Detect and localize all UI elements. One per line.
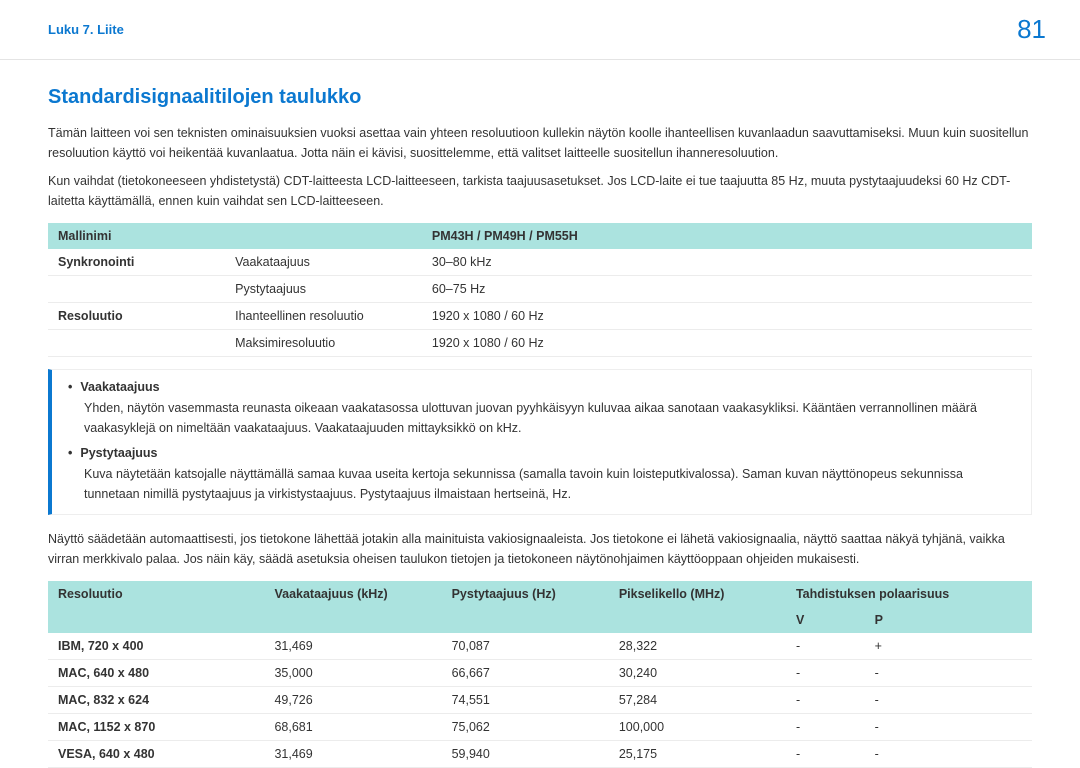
note-box: Vaakataajuus Yhden, näytön vasemmasta re…	[48, 369, 1032, 515]
table-row: IBM, 720 x 40031,46970,08728,322-+	[48, 633, 1032, 660]
res-cell: IBM, 720 x 400	[48, 633, 264, 660]
table-row: Resoluutio Ihanteellinen resoluutio 1920…	[48, 303, 1032, 330]
res-cell: -	[865, 741, 1032, 768]
res-cell: 68,681	[264, 714, 441, 741]
res-cell: -	[786, 633, 865, 660]
res-cell: 66,667	[442, 660, 609, 687]
res-cell: VESA, 640 x 480	[48, 741, 264, 768]
page-header: Luku 7. Liite 81	[0, 0, 1080, 60]
table-row: MAC, 640 x 48035,00066,66730,240--	[48, 660, 1032, 687]
res-cell: -	[786, 741, 865, 768]
res-cell: MAC, 640 x 480	[48, 660, 264, 687]
table-row: MAC, 1152 x 87068,68175,062100,000--	[48, 714, 1032, 741]
res-header-resolution: Resoluutio	[48, 581, 264, 633]
res-cell: -	[865, 660, 1032, 687]
res-cell: -	[786, 687, 865, 714]
spec-label: Vaakataajuus	[225, 249, 422, 276]
breadcrumb: Luku 7. Liite	[48, 22, 124, 37]
res-cell: 70,087	[442, 633, 609, 660]
res-cell: 28,322	[609, 633, 786, 660]
intro-paragraph-1: Tämän laitteen voi sen teknisten ominais…	[48, 123, 1032, 163]
res-cell: -	[786, 714, 865, 741]
table-row: MAC, 832 x 62449,72674,55157,284--	[48, 687, 1032, 714]
res-cell: -	[786, 660, 865, 687]
note-body-1: Yhden, näytön vasemmasta reunasta oikeaa…	[84, 398, 1015, 438]
res-header-hfreq: Vaakataajuus (kHz)	[264, 581, 441, 633]
spec-value: 30–80 kHz	[422, 249, 1032, 276]
res-cell: MAC, 832 x 624	[48, 687, 264, 714]
note-title-1: Vaakataajuus	[68, 380, 1015, 394]
res-cell: 74,551	[442, 687, 609, 714]
res-cell: 59,940	[442, 741, 609, 768]
res-header-polarity: Tahdistuksen polaarisuus	[786, 581, 1032, 607]
spec-value: 1920 x 1080 / 60 Hz	[422, 303, 1032, 330]
table-row: Synkronointi Vaakataajuus 30–80 kHz	[48, 249, 1032, 276]
res-cell: 75,062	[442, 714, 609, 741]
res-cell: 31,469	[264, 741, 441, 768]
note-title-2: Pystytaajuus	[68, 446, 1015, 460]
note-body-2: Kuva näytetään katsojalle näyttämällä sa…	[84, 464, 1015, 504]
spec-table: Mallinimi PM43H / PM49H / PM55H Synkrono…	[48, 223, 1032, 357]
res-cell: -	[865, 714, 1032, 741]
res-cell: +	[865, 633, 1032, 660]
section-title: Standardisignaalitilojen taulukko	[48, 86, 1032, 109]
res-cell: 49,726	[264, 687, 441, 714]
spec-header-model: Mallinimi	[48, 223, 422, 249]
spec-label: Pystytaajuus	[225, 276, 422, 303]
res-header-polarity-p: P	[865, 607, 1032, 633]
res-cell: -	[865, 687, 1032, 714]
resolution-table: Resoluutio Vaakataajuus (kHz) Pystytaaju…	[48, 581, 1032, 768]
res-header-vfreq: Pystytaajuus (Hz)	[442, 581, 609, 633]
res-header-pixelclock: Pikselikello (MHz)	[609, 581, 786, 633]
res-cell: MAC, 1152 x 870	[48, 714, 264, 741]
spec-value: 1920 x 1080 / 60 Hz	[422, 330, 1032, 357]
res-cell: 100,000	[609, 714, 786, 741]
spec-group	[48, 276, 225, 303]
spec-group: Resoluutio	[48, 303, 225, 330]
res-cell: 57,284	[609, 687, 786, 714]
intro-paragraph-2: Kun vaihdat (tietokoneeseen yhdistetystä…	[48, 171, 1032, 211]
spec-label: Ihanteellinen resoluutio	[225, 303, 422, 330]
res-table-header-row-1: Resoluutio Vaakataajuus (kHz) Pystytaaju…	[48, 581, 1032, 607]
table-row: Maksimiresoluutio 1920 x 1080 / 60 Hz	[48, 330, 1032, 357]
spec-group: Synkronointi	[48, 249, 225, 276]
res-cell: 30,240	[609, 660, 786, 687]
table-row: VESA, 640 x 48031,46959,94025,175--	[48, 741, 1032, 768]
res-header-polarity-v: V	[786, 607, 865, 633]
page-number: 81	[1017, 14, 1046, 45]
content-area: Standardisignaalitilojen taulukko Tämän …	[0, 60, 1080, 768]
paragraph-3: Näyttö säädetään automaattisesti, jos ti…	[48, 529, 1032, 569]
spec-header-value: PM43H / PM49H / PM55H	[422, 223, 1032, 249]
spec-group	[48, 330, 225, 357]
spec-table-header-row: Mallinimi PM43H / PM49H / PM55H	[48, 223, 1032, 249]
res-cell: 31,469	[264, 633, 441, 660]
res-cell: 25,175	[609, 741, 786, 768]
table-row: Pystytaajuus 60–75 Hz	[48, 276, 1032, 303]
spec-value: 60–75 Hz	[422, 276, 1032, 303]
res-cell: 35,000	[264, 660, 441, 687]
spec-label: Maksimiresoluutio	[225, 330, 422, 357]
